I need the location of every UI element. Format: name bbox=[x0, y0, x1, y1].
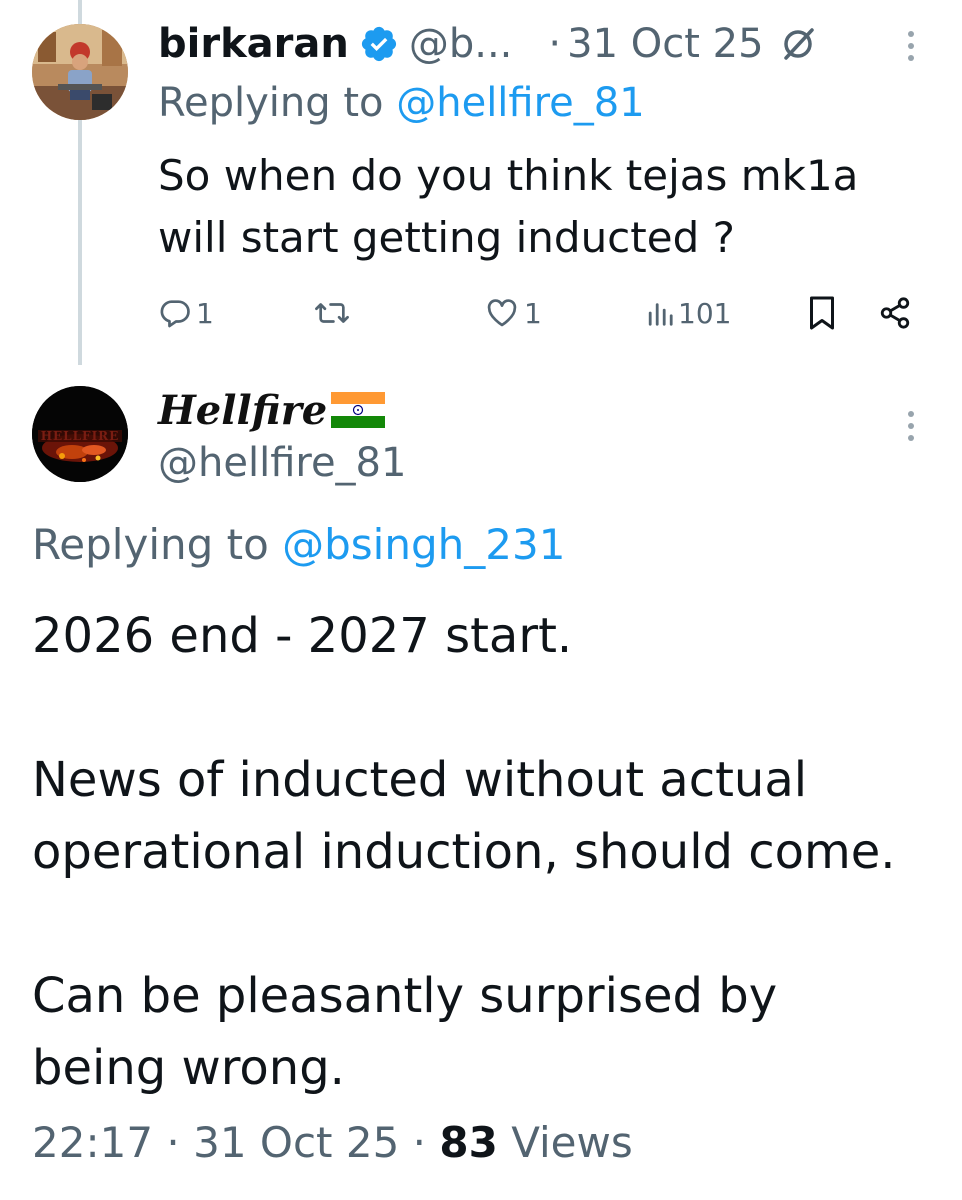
tweet-metadata: 22:17 · 31 Oct 25 · 83 Views bbox=[32, 1118, 633, 1167]
separator-dot: · bbox=[153, 1118, 194, 1167]
tweet-text-line: Can be pleasantly surprised by bbox=[32, 968, 778, 1024]
india-flag-icon bbox=[331, 392, 386, 428]
views-number[interactable]: 83 bbox=[439, 1118, 497, 1167]
handle[interactable]: @hellfire_81 bbox=[158, 440, 406, 486]
tweet-text-line: 2026 end - 2027 start. bbox=[32, 608, 573, 664]
reply-icon bbox=[158, 296, 192, 330]
tweet-text-line: operational induction, should come. bbox=[32, 824, 896, 880]
replying-to: Replying to @hellfire_81 bbox=[158, 80, 645, 126]
bookmark-icon bbox=[806, 295, 838, 331]
like-count: 1 bbox=[524, 296, 542, 330]
like-button[interactable]: 1 bbox=[484, 288, 542, 338]
grok-icon[interactable] bbox=[778, 24, 818, 64]
tweet-date[interactable]: 31 Oct 25 bbox=[193, 1118, 399, 1167]
display-name[interactable]: birkaran bbox=[158, 21, 349, 67]
tweet-text-line: being wrong. bbox=[32, 1040, 345, 1096]
tweet1-text: So when do you think tejas mk1a will sta… bbox=[158, 145, 938, 269]
replying-handle-link[interactable]: @hellfire_81 bbox=[396, 80, 644, 126]
reply-button[interactable]: 1 bbox=[158, 288, 214, 338]
tweet-actions: 1 1 101 bbox=[158, 288, 928, 338]
more-options-icon[interactable] bbox=[896, 406, 926, 446]
separator-dot: · bbox=[548, 21, 562, 67]
views-label: Views bbox=[497, 1118, 633, 1167]
retweet-button[interactable] bbox=[313, 288, 351, 338]
display-name[interactable]: Hellfire bbox=[158, 387, 327, 434]
avatar[interactable] bbox=[32, 24, 128, 120]
replying-prefix: Replying to bbox=[32, 520, 283, 569]
share-button[interactable] bbox=[878, 288, 912, 338]
handle[interactable]: @b... bbox=[409, 21, 513, 67]
retweet-icon bbox=[313, 296, 351, 330]
tweet-time[interactable]: 22:17 bbox=[32, 1118, 153, 1167]
bookmark-button[interactable] bbox=[806, 288, 838, 338]
tweet-text-line: So when do you think tejas mk1a bbox=[158, 151, 859, 200]
more-options-icon[interactable] bbox=[896, 26, 926, 66]
avatar[interactable]: HELLFIRE bbox=[32, 386, 128, 482]
reply-count: 1 bbox=[196, 296, 214, 330]
verified-badge-icon bbox=[359, 24, 399, 64]
tweet-date[interactable]: 31 Oct 25 bbox=[567, 21, 763, 67]
tweet2-text: 2026 end - 2027 start. News of inducted … bbox=[32, 600, 942, 1104]
tweet1-header: birkaran @b... · 31 Oct 25 bbox=[158, 14, 818, 74]
tweet-paragraph: Can be pleasantly surprised by being wro… bbox=[32, 960, 942, 1104]
tweet-text-line: News of inducted without actual bbox=[32, 752, 808, 808]
tweet-paragraph: News of inducted without actual operatio… bbox=[32, 744, 942, 888]
replying-to: Replying to @bsingh_231 bbox=[32, 520, 565, 569]
views-count: 101 bbox=[678, 296, 732, 330]
tweet-text-line: will start getting inducted ? bbox=[158, 213, 735, 262]
views-button[interactable]: 101 bbox=[646, 288, 731, 338]
tweet2-name-row: Hellfire bbox=[158, 384, 386, 436]
replying-handle-link[interactable]: @bsingh_231 bbox=[282, 520, 565, 569]
share-icon bbox=[878, 296, 912, 330]
svg-text:HELLFIRE: HELLFIRE bbox=[41, 429, 120, 443]
like-icon bbox=[484, 296, 520, 330]
views-icon bbox=[646, 296, 674, 330]
tweet-paragraph: 2026 end - 2027 start. bbox=[32, 600, 942, 672]
separator-dot: · bbox=[399, 1118, 440, 1167]
replying-prefix: Replying to bbox=[158, 80, 397, 126]
